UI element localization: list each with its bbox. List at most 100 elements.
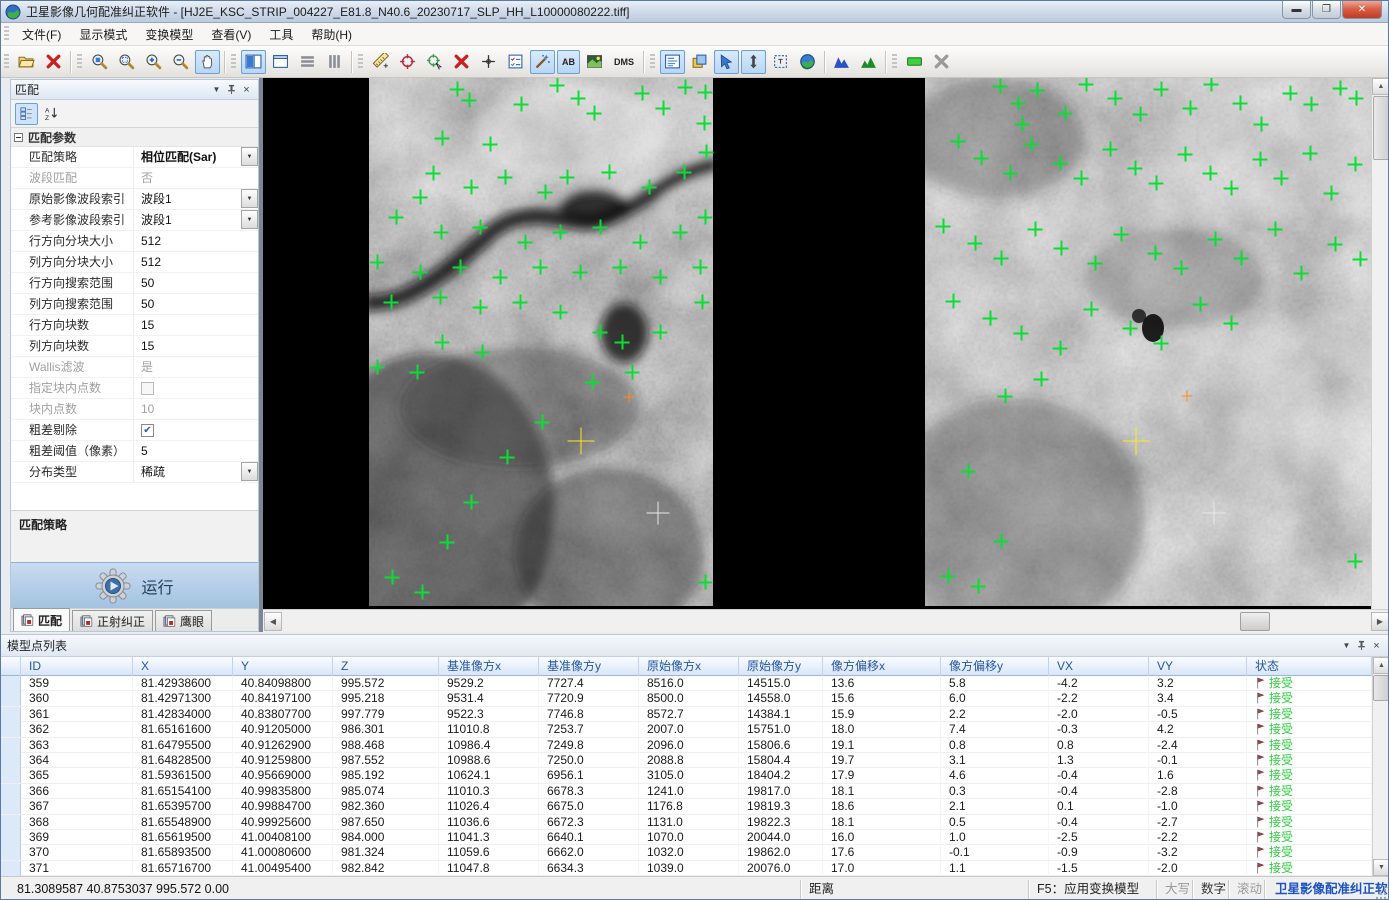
column-header[interactable]: 原始像方x: [639, 657, 739, 676]
vertical-tile-button[interactable]: [322, 50, 347, 74]
tie-point-marker[interactable]: [653, 325, 668, 340]
table-row[interactable]: 36181.4283400040.83807700997.7799522.377…: [1, 707, 1372, 722]
param-value[interactable]: 10: [134, 399, 258, 419]
dropdown-button[interactable]: ▼: [241, 147, 258, 166]
tie-point-marker[interactable]: [475, 345, 490, 360]
tie-point-marker[interactable]: [993, 79, 1008, 94]
cell[interactable]: 1.0: [941, 830, 1049, 845]
cell[interactable]: 1032.0: [639, 845, 739, 860]
column-header[interactable]: 状态: [1247, 657, 1372, 676]
tie-point-marker[interactable]: [384, 295, 399, 310]
column-header[interactable]: ID: [21, 657, 133, 676]
zoom-fit-button[interactable]: [87, 50, 112, 74]
cell[interactable]: 17.9: [823, 768, 941, 783]
cell[interactable]: 359: [21, 676, 133, 691]
cell[interactable]: 997.779: [333, 707, 439, 722]
tie-point-marker[interactable]: [433, 290, 448, 305]
param-value[interactable]: 5: [134, 441, 258, 461]
tie-point-marker[interactable]: [968, 236, 983, 251]
param-value[interactable]: [134, 378, 258, 398]
tie-point-marker[interactable]: [1283, 86, 1298, 101]
tie-point-marker[interactable]: [1114, 227, 1129, 242]
cell[interactable]: 360: [21, 691, 133, 706]
cell[interactable]: 19.1: [823, 738, 941, 753]
column-header[interactable]: 基准像方y: [539, 657, 639, 676]
cell[interactable]: -2.2: [1149, 830, 1247, 845]
panel-close-button[interactable]: ×: [1369, 639, 1384, 653]
tie-point-marker[interactable]: [1088, 256, 1103, 271]
tie-point-marker[interactable]: [1174, 261, 1189, 276]
image-display-button[interactable]: [582, 50, 607, 74]
resize-grip[interactable]: [1374, 887, 1387, 900]
cell[interactable]: 10624.1: [439, 768, 539, 783]
tie-point-marker[interactable]: [1204, 78, 1219, 92]
cell[interactable]: 14515.0: [739, 676, 823, 691]
param-row[interactable]: 行方向分块大小512: [11, 231, 258, 252]
status-cell[interactable]: 接受: [1247, 784, 1372, 799]
tie-point-marker[interactable]: [1328, 237, 1343, 252]
cell[interactable]: 11010.8: [439, 722, 539, 737]
globe-button[interactable]: [795, 50, 820, 74]
cursor-crosshair[interactable]: [1203, 502, 1226, 525]
cell[interactable]: 6640.1: [539, 830, 639, 845]
tie-point-marker[interactable]: [585, 375, 600, 390]
tie-point-marker[interactable]: [553, 225, 568, 240]
cell[interactable]: 15806.6: [739, 738, 823, 753]
tie-point-marker[interactable]: [538, 185, 553, 200]
row-gutter[interactable]: [1, 691, 21, 706]
tie-point-marker[interactable]: [1053, 341, 1068, 356]
row-gutter[interactable]: [1, 861, 21, 876]
cell[interactable]: 370: [21, 845, 133, 860]
param-value[interactable]: 512: [134, 231, 258, 251]
tie-point-marker[interactable]: [593, 325, 608, 340]
tie-point-marker[interactable]: [1103, 142, 1118, 157]
cell[interactable]: 0.5: [941, 815, 1049, 830]
tie-point-marker[interactable]: [1193, 297, 1208, 312]
tie-point-marker[interactable]: [434, 225, 449, 240]
cell[interactable]: 15751.0: [739, 722, 823, 737]
move-point-button[interactable]: [741, 50, 766, 74]
table-row[interactable]: 36681.6515410040.99835800985.07411010.36…: [1, 784, 1372, 799]
zoom-in-button[interactable]: [141, 50, 166, 74]
param-row[interactable]: 列方向分块大小512: [11, 252, 258, 273]
cell[interactable]: 982.360: [333, 799, 439, 814]
cell[interactable]: -2.0: [1049, 707, 1149, 722]
tie-point-marker[interactable]: [695, 295, 710, 310]
tab-匹配[interactable]: 匹配: [13, 608, 70, 631]
tie-point-marker[interactable]: [435, 131, 450, 146]
tie-point-marker[interactable]: [1028, 222, 1043, 237]
tie-point-marker[interactable]: [385, 570, 400, 585]
tie-point-marker[interactable]: [498, 170, 513, 185]
cell[interactable]: 988.468: [333, 738, 439, 753]
cursor-crosshair[interactable]: [647, 502, 670, 525]
tie-point-marker[interactable]: [677, 165, 692, 180]
tie-point-marker[interactable]: [698, 575, 713, 590]
cell[interactable]: -2.4: [1149, 738, 1247, 753]
tie-point-marker[interactable]: [550, 78, 565, 93]
tie-point-marker[interactable]: [1154, 82, 1169, 97]
highlight-point-marker[interactable]: [624, 392, 635, 403]
tie-point-marker[interactable]: [1294, 266, 1309, 281]
cell[interactable]: 41.00495400: [233, 861, 333, 876]
tie-point-marker[interactable]: [602, 165, 617, 180]
cell[interactable]: 11036.6: [439, 815, 539, 830]
column-header[interactable]: X: [133, 657, 233, 676]
cell[interactable]: 2096.0: [639, 738, 739, 753]
restore-button[interactable]: ❐: [1312, 1, 1341, 19]
cell[interactable]: 40.91262900: [233, 738, 333, 753]
cell[interactable]: 1070.0: [639, 830, 739, 845]
cell[interactable]: -0.3: [1049, 722, 1149, 737]
cell[interactable]: 8516.0: [639, 676, 739, 691]
tie-point-marker[interactable]: [994, 534, 1009, 549]
tie-point-marker[interactable]: [560, 170, 575, 185]
param-value[interactable]: ✔: [134, 420, 258, 440]
cell[interactable]: 40.91259800: [233, 753, 333, 768]
cell[interactable]: 7746.8: [539, 707, 639, 722]
cell[interactable]: 9522.3: [439, 707, 539, 722]
cell[interactable]: 3105.0: [639, 768, 739, 783]
cell[interactable]: -2.5: [1049, 830, 1149, 845]
tie-point-marker[interactable]: [1183, 101, 1198, 116]
cell[interactable]: 9529.2: [439, 676, 539, 691]
tie-point-marker[interactable]: [415, 585, 430, 600]
pan-tool-button[interactable]: [195, 50, 220, 74]
